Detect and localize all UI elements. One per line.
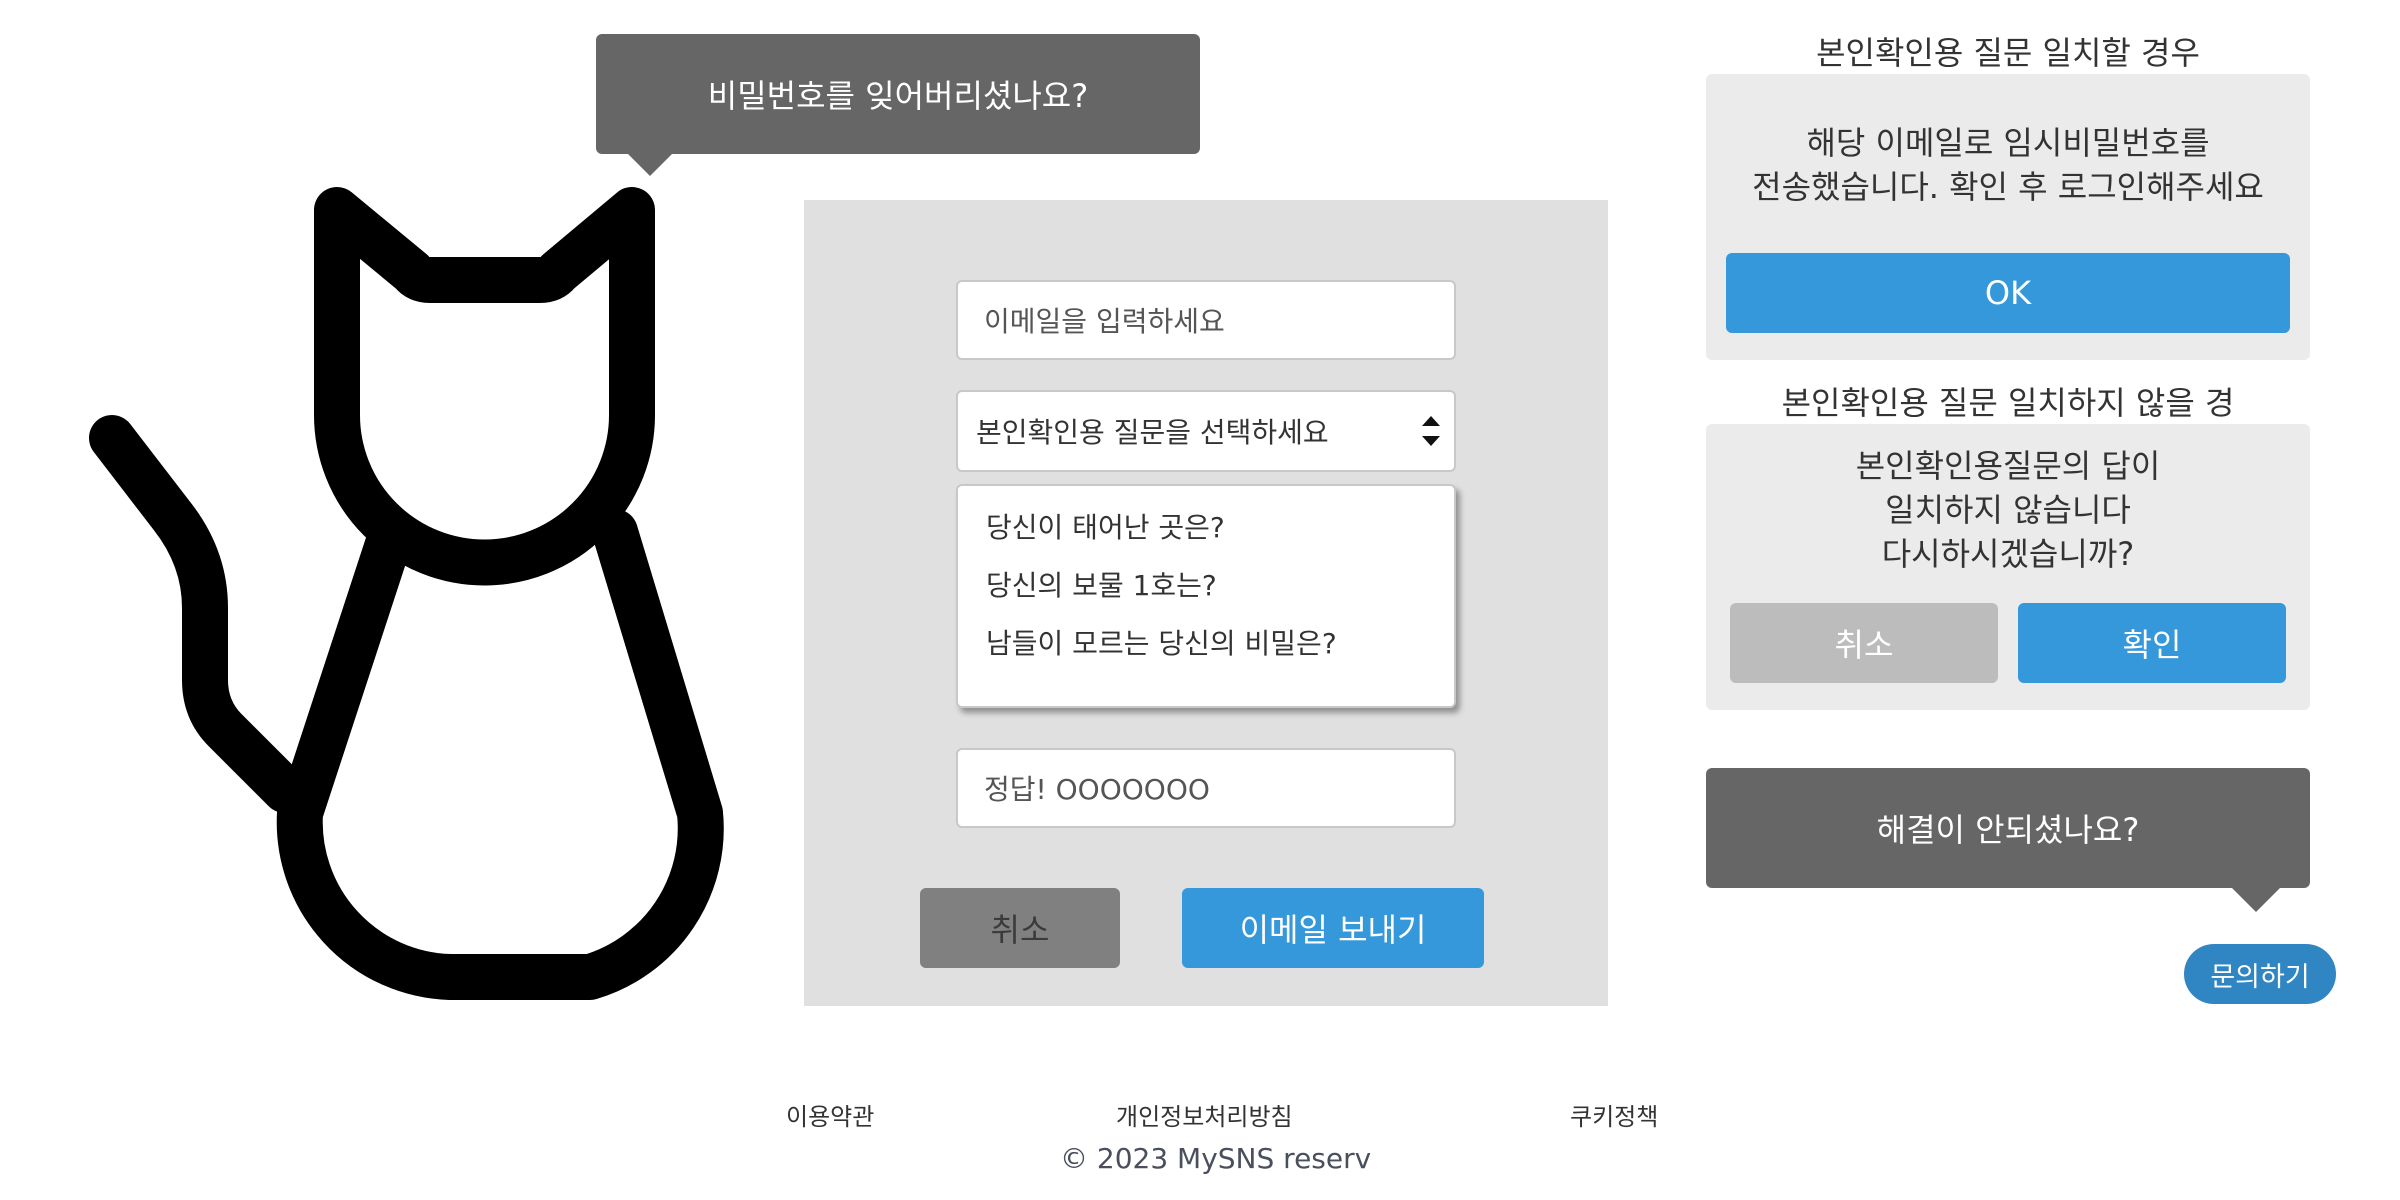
match-message: 해당 이메일로 임시비밀번호를 전송했습니다. 확인 후 로그인해주세요 xyxy=(1706,121,2310,209)
mismatch-cancel-button[interactable]: 취소 xyxy=(1730,603,1998,683)
forgot-password-title: 비밀번호를 잊어버리셨나요? xyxy=(707,77,1089,115)
confirm-label: 확인 xyxy=(2122,626,2182,664)
mismatch-message-line: 다시하시겠습니까? xyxy=(1881,535,2135,573)
cat-illustration-icon xyxy=(89,187,724,1000)
mismatch-card-title: 본인확인용 질문 일치하지 않을 경 xyxy=(1781,384,2235,422)
match-message-line: 해당 이메일로 임시비밀번호를 xyxy=(1806,124,2210,162)
answer-input[interactable]: 정답! OOOOOOO xyxy=(956,748,1456,828)
mismatch-cancel-label: 취소 xyxy=(1834,626,1894,664)
form-cancel-button[interactable]: 취소 xyxy=(920,888,1120,968)
forgot-password-bubble-tail xyxy=(628,154,672,176)
help-bubble-text: 해결이 안되셨나요? xyxy=(1876,811,2140,849)
answer-placeholder: 정답! OOOOOOO xyxy=(984,773,1210,806)
email-input[interactable]: 이메일을 입력하세요 xyxy=(956,280,1456,360)
help-bubble: 해결이 안되셨나요? xyxy=(1706,768,2310,888)
copyright-text: © 2023 MySNS reserv xyxy=(1060,1142,1372,1175)
question-option[interactable]: 남들이 모르는 당신의 비밀은? xyxy=(986,622,1337,662)
mismatch-message-line: 본인확인용질문의 답이 xyxy=(1855,447,2161,485)
contact-label: 문의하기 xyxy=(2210,961,2310,993)
privacy-policy-link[interactable]: 개인정보처리방침 xyxy=(1116,1097,1293,1132)
mismatch-message: 본인확인용질문의 답이 일치하지 않습니다 다시하시겠습니까? xyxy=(1706,444,2310,576)
cookie-policy-link[interactable]: 쿠키정책 xyxy=(1570,1097,1658,1132)
match-card-title: 본인확인용 질문 일치할 경우 xyxy=(1816,34,2200,72)
question-option[interactable]: 당신의 보물 1호는? xyxy=(986,564,1217,604)
security-question-value: 본인확인용 질문을 선택하세요 xyxy=(976,416,1329,449)
send-email-label: 이메일 보내기 xyxy=(1239,911,1427,949)
mismatch-message-line: 일치하지 않습니다 xyxy=(1885,491,2131,529)
question-option[interactable]: 당신이 태어난 곳은? xyxy=(986,506,1225,546)
help-bubble-tail xyxy=(2232,888,2280,912)
contact-button[interactable]: 문의하기 xyxy=(2184,944,2336,1004)
ok-label: OK xyxy=(1984,274,2032,312)
match-message-line: 전송했습니다. 확인 후 로그인해주세요 xyxy=(1752,168,2264,206)
form-cancel-label: 취소 xyxy=(990,911,1050,949)
terms-link[interactable]: 이용약관 xyxy=(786,1097,874,1132)
send-email-button[interactable]: 이메일 보내기 xyxy=(1182,888,1484,968)
security-question-select[interactable]: 본인확인용 질문을 선택하세요 xyxy=(956,390,1456,472)
select-arrows-icon xyxy=(1422,416,1440,446)
confirm-button[interactable]: 확인 xyxy=(2018,603,2286,683)
ok-button[interactable]: OK xyxy=(1726,253,2290,333)
security-question-options: 당신이 태어난 곳은? 당신의 보물 1호는? 남들이 모르는 당신의 비밀은? xyxy=(956,484,1456,708)
forgot-password-bubble: 비밀번호를 잊어버리셨나요? xyxy=(596,34,1200,154)
email-placeholder: 이메일을 입력하세요 xyxy=(984,305,1225,338)
